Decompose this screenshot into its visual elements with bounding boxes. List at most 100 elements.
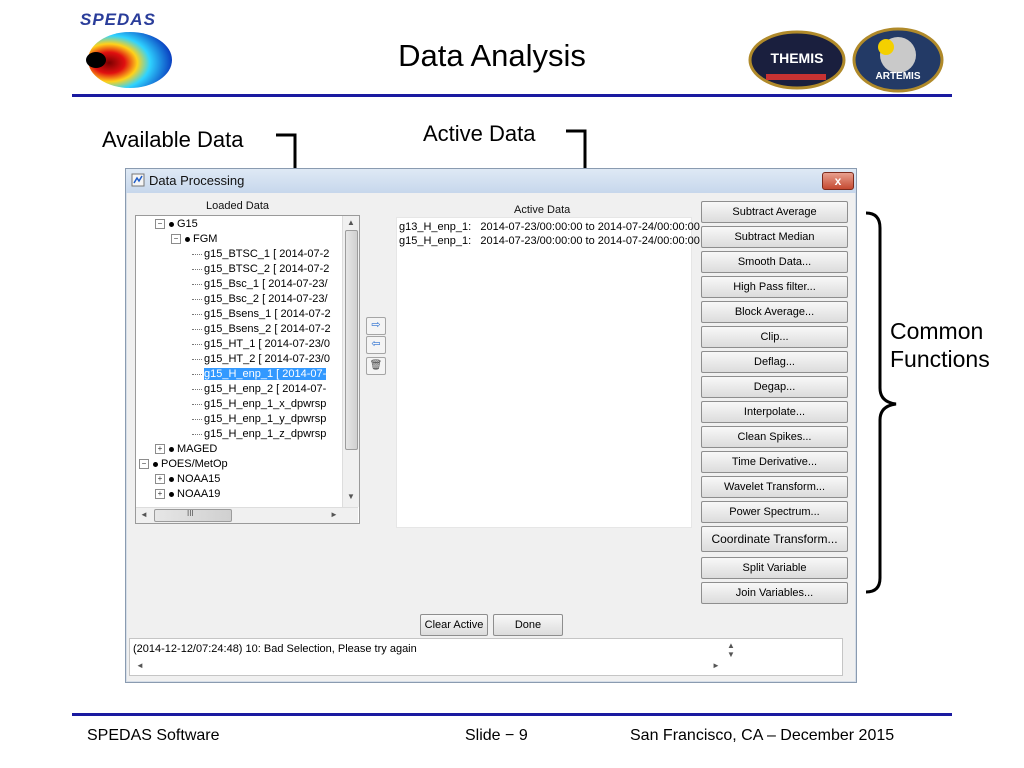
functions-callout: Functions [890,346,990,372]
tree-item[interactable]: g15_H_enp_1_x_dpwrsp [192,397,326,412]
node-icon [169,491,174,497]
data-processing-window: Data Processing x Loaded Data − G15 − FGM g1… [125,168,857,683]
expand-icon[interactable]: + [155,474,165,485]
function-button-clip[interactable]: Clip... [701,326,848,348]
tree-vertical-scrollbar[interactable]: ▲ ▼ [342,216,359,507]
collapse-icon[interactable]: − [155,219,165,230]
tree-connector [192,403,202,405]
tree-item[interactable]: + NOAA15 [155,472,220,487]
tree-item-label: g15_BTSC_2 [ 2014-07-2 [204,263,330,275]
node-icon [153,461,158,467]
active-data-list[interactable]: g13_H_enp_1: 2014-07-23/00:00:00 to 2014… [396,217,700,528]
active-data-label: Active Data [514,204,571,216]
arrow-left-icon: ⇦ [371,338,381,350]
function-button-split-variable[interactable]: Split Variable [701,557,848,579]
tree-item-label: g15_H_enp_1 [ 2014-07- [204,368,327,380]
tree-connector [192,313,202,315]
tree-item[interactable]: g15_H_enp_1_y_dpwrsp [192,412,326,427]
expand-icon[interactable]: + [155,444,165,455]
active-data-row[interactable]: g15_H_enp_1: 2014-07-23/00:00:00 to 2014… [399,234,700,248]
tree-item[interactable]: g15_H_enp_1_z_dpwrsp [192,427,326,442]
scroll-left-icon[interactable]: ◄ [140,510,148,519]
tree-item[interactable]: + NOAA19 [155,487,220,502]
scroll-down-icon[interactable]: ▼ [347,492,355,501]
tree-item-label: g15_Bsc_2 [ 2014-07-23/ [204,293,328,305]
tree-connector [192,328,202,330]
close-button[interactable]: x [822,172,854,190]
function-button-clean-spikes[interactable]: Clean Spikes... [701,426,848,448]
status-scroll-right-icon[interactable]: ► [712,661,720,670]
status-message: (2014-12-12/07:24:48) 10: Bad Selection,… [133,643,417,655]
tree-item[interactable]: g15_HT_2 [ 2014-07-23/0 [192,352,330,367]
node-icon [185,236,190,242]
tree-item[interactable]: g15_Bsc_1 [ 2014-07-23/ [192,277,328,292]
delete-data-button[interactable]: 🗑 [366,357,386,375]
tree-connector [192,283,202,285]
function-button-join-variables[interactable]: Join Variables... [701,582,848,604]
footer-slide-number: Slide − 9 [465,727,528,744]
tree-hscroll-thumb[interactable]: III [154,509,232,522]
remove-from-active-button[interactable]: ⇦ [366,336,386,354]
tree-connector [192,418,202,420]
node-icon [169,221,174,227]
function-button-interpolate[interactable]: Interpolate... [701,401,848,423]
tree-item-label: NOAA15 [177,473,221,485]
function-button-block-average[interactable]: Block Average... [701,301,848,323]
function-button-subtract-average[interactable]: Subtract Average [701,201,848,223]
tree-item[interactable]: g15_BTSC_1 [ 2014-07-2 [192,247,329,262]
tree-item[interactable]: − FGM [171,232,217,247]
function-button-time-derivative[interactable]: Time Derivative... [701,451,848,473]
tree-item[interactable]: − G15 [155,217,198,232]
tree-item-label: MAGED [177,443,218,455]
footer-rule [72,713,952,716]
footer-left: SPEDAS Software [87,727,220,744]
add-to-active-button[interactable]: ⇨ [366,317,386,335]
window-titlebar[interactable]: Data Processing x [126,169,856,193]
tree-item[interactable]: g15_H_enp_1 [ 2014-07- [192,367,327,382]
scroll-right-icon[interactable]: ► [330,510,338,519]
function-button-coordinate-transform[interactable]: Coordinate Transform... [701,526,848,552]
tree-item[interactable]: + MAGED [155,442,217,457]
status-scroll-left-icon[interactable]: ◄ [136,661,144,670]
collapse-icon[interactable]: − [139,459,149,470]
node-icon [169,446,174,452]
function-button-smooth-data[interactable]: Smooth Data... [701,251,848,273]
tree-item[interactable]: g15_Bsc_2 [ 2014-07-23/ [192,292,328,307]
tree-vscroll-thumb[interactable] [345,230,358,450]
tree-connector [192,373,202,375]
function-button-high-pass-filter[interactable]: High Pass filter... [701,276,848,298]
tree-horizontal-scrollbar[interactable]: ◄ III ► [136,507,358,523]
tree-item-label: G15 [177,218,198,230]
trash-icon: 🗑 [369,360,383,371]
tree-item[interactable]: g15_H_enp_2 [ 2014-07- [192,382,326,397]
scroll-up-icon[interactable]: ▲ [347,218,355,227]
done-button[interactable]: Done [493,614,563,636]
tree-item[interactable]: g15_Bsens_1 [ 2014-07-2 [192,307,331,322]
function-button-degap[interactable]: Degap... [701,376,848,398]
tree-item-label: g15_Bsens_2 [ 2014-07-2 [204,323,331,335]
function-button-subtract-median[interactable]: Subtract Median [701,226,848,248]
common-callout: Common [890,318,984,344]
status-scroll-down-icon[interactable]: ▼ [727,650,735,659]
tree-connector [192,268,202,270]
tree-item[interactable]: − POES/MetOp [139,457,228,472]
tree-item-label: g15_H_enp_2 [ 2014-07- [204,383,327,395]
loaded-data-tree[interactable]: − G15 − FGM g15_BTSC_1 [ 2014-07-2 g15_BTSC_2… [135,215,360,524]
function-button-deflag[interactable]: Deflag... [701,351,848,373]
status-bar: (2014-12-12/07:24:48) 10: Bad Selection,… [129,638,843,676]
tree-item[interactable]: g15_HT_1 [ 2014-07-23/0 [192,337,330,352]
tree-item[interactable]: g15_Bsens_2 [ 2014-07-2 [192,322,331,337]
function-button-power-spectrum[interactable]: Power Spectrum... [701,501,848,523]
expand-icon[interactable]: + [155,489,165,500]
clear-active-button[interactable]: Clear Active [420,614,488,636]
status-scroll-up-icon[interactable]: ▲ [727,641,735,650]
app-icon [131,173,145,187]
active-data-row[interactable]: g13_H_enp_1: 2014-07-23/00:00:00 to 2014… [399,220,700,234]
function-button-wavelet-transform[interactable]: Wavelet Transform... [701,476,848,498]
collapse-icon[interactable]: − [171,234,181,245]
tree-item-label: g15_H_enp_1_x_dpwrsp [204,398,327,410]
tree-item[interactable]: g15_BTSC_2 [ 2014-07-2 [192,262,329,277]
tree-connector [192,343,202,345]
tree-connector [192,298,202,300]
footer-right: San Francisco, CA – December 2015 [630,727,895,744]
